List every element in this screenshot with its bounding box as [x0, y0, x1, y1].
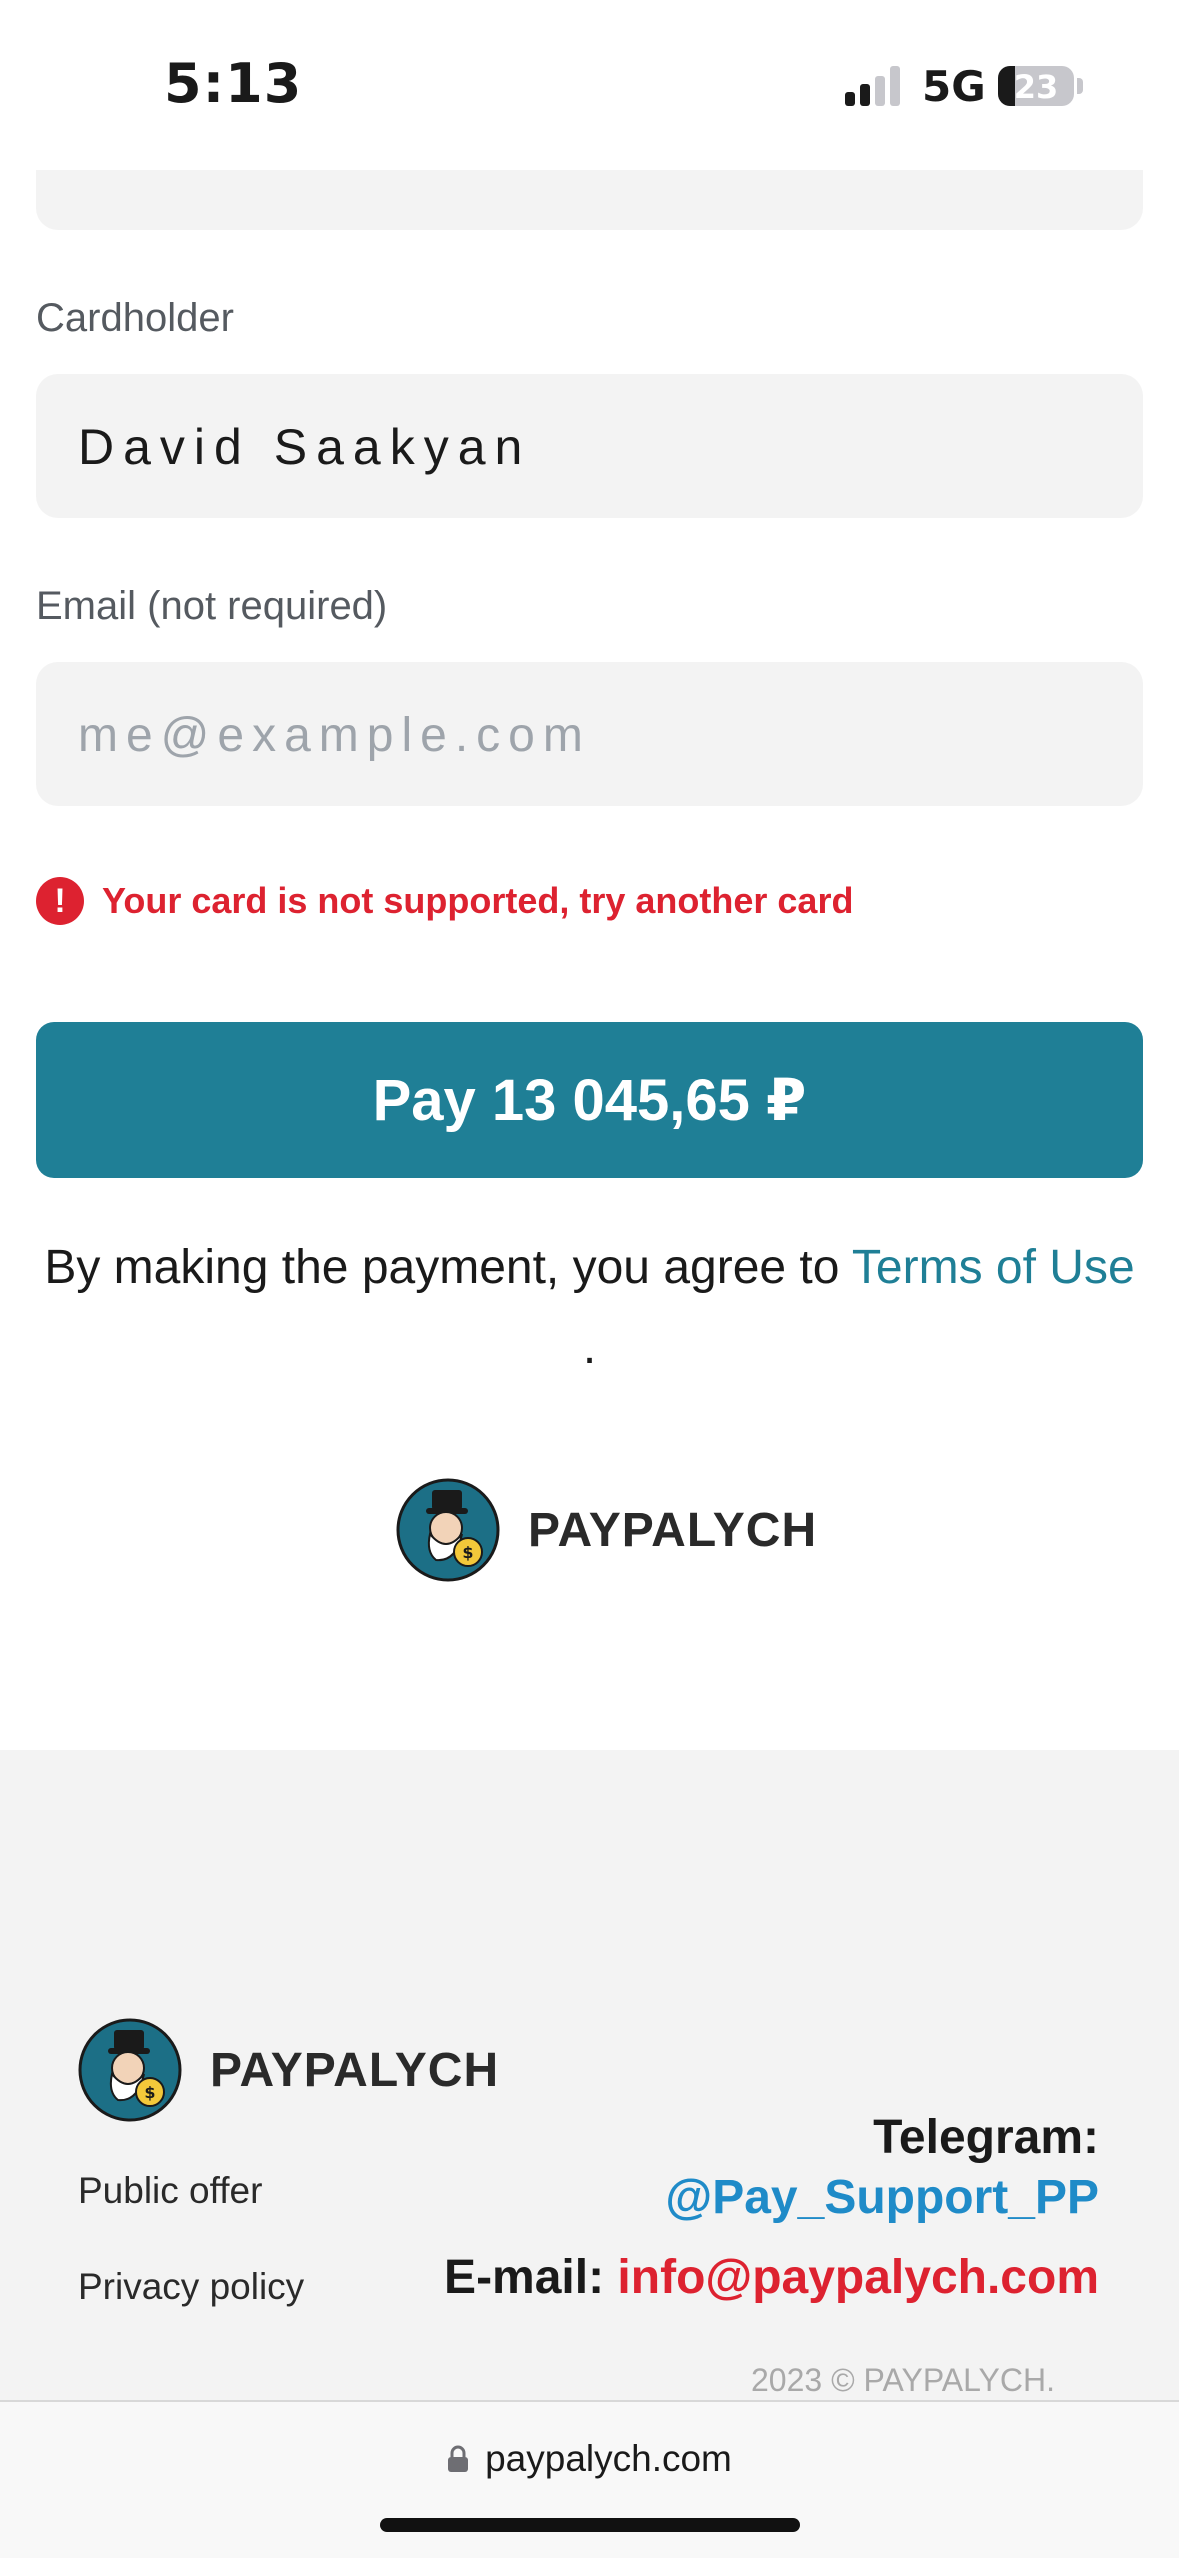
browser-address-bar[interactable]: paypalych.com: [0, 2400, 1179, 2558]
brand-logo: $ PAYPALYCH: [396, 1478, 817, 1582]
status-bar: 5:13 5G 23: [0, 0, 1179, 175]
home-indicator[interactable]: [380, 2518, 800, 2532]
battery-icon: 23: [998, 66, 1074, 106]
terms-of-use-link[interactable]: Terms of Use: [852, 1241, 1135, 1294]
error-message-row: ! Your card is not supported, try anothe…: [36, 876, 853, 926]
network-label: 5G: [922, 62, 986, 111]
email-input[interactable]: me@example.com: [36, 662, 1143, 806]
footer-email-label: E-mail:: [444, 2251, 605, 2304]
error-icon: !: [36, 877, 84, 925]
agreement-text: By making the payment, you agree to Term…: [0, 1240, 1179, 1295]
copyright: 2023 © PAYPALYCH.: [750, 2362, 1055, 2398]
public-offer-link[interactable]: Public offer: [78, 2170, 262, 2212]
brand-name: PAYPALYCH: [528, 1503, 818, 1557]
footer-brand: $ PAYPALYCH: [78, 2018, 499, 2122]
url-wrap[interactable]: paypalych.com: [0, 2438, 1179, 2480]
cardholder-input[interactable]: David Saakyan: [36, 374, 1143, 518]
paypalych-logo-icon: $: [78, 2018, 182, 2122]
cardholder-label: Cardholder: [36, 296, 234, 340]
privacy-policy-link[interactable]: Privacy policy: [78, 2266, 304, 2308]
email-label: Email (not required): [36, 584, 388, 628]
battery-cap: [1077, 78, 1083, 94]
signal-icon: [845, 66, 903, 106]
paypalych-logo-icon: $: [396, 1478, 500, 1582]
status-time: 5:13: [164, 52, 303, 115]
agreement-prefix: By making the payment, you agree to: [44, 1241, 852, 1294]
telegram-link[interactable]: @Pay_Support_PP: [665, 2170, 1099, 2225]
footer-email-row: E-mail: info@paypalych.com: [444, 2250, 1099, 2305]
footer-email-link[interactable]: info@paypalych.com: [617, 2251, 1099, 2304]
lock-icon: [448, 2445, 469, 2472]
telegram-label: Telegram:: [873, 2111, 1099, 2164]
email-placeholder: me@example.com: [78, 709, 591, 762]
svg-text:$: $: [462, 1543, 473, 1562]
agreement-suffix: .: [582, 1321, 597, 1374]
battery-percent: 23: [1013, 68, 1059, 106]
url-text: paypalych.com: [485, 2438, 732, 2479]
error-message: Your card is not supported, try another …: [102, 880, 854, 921]
pay-button[interactable]: Pay 13 045,65 ₽: [36, 1022, 1143, 1178]
card-field-partial[interactable]: [36, 170, 1143, 230]
cardholder-value: David Saakyan: [78, 419, 532, 475]
svg-text:$: $: [144, 2083, 155, 2102]
footer-brand-name: PAYPALYCH: [210, 2043, 500, 2097]
